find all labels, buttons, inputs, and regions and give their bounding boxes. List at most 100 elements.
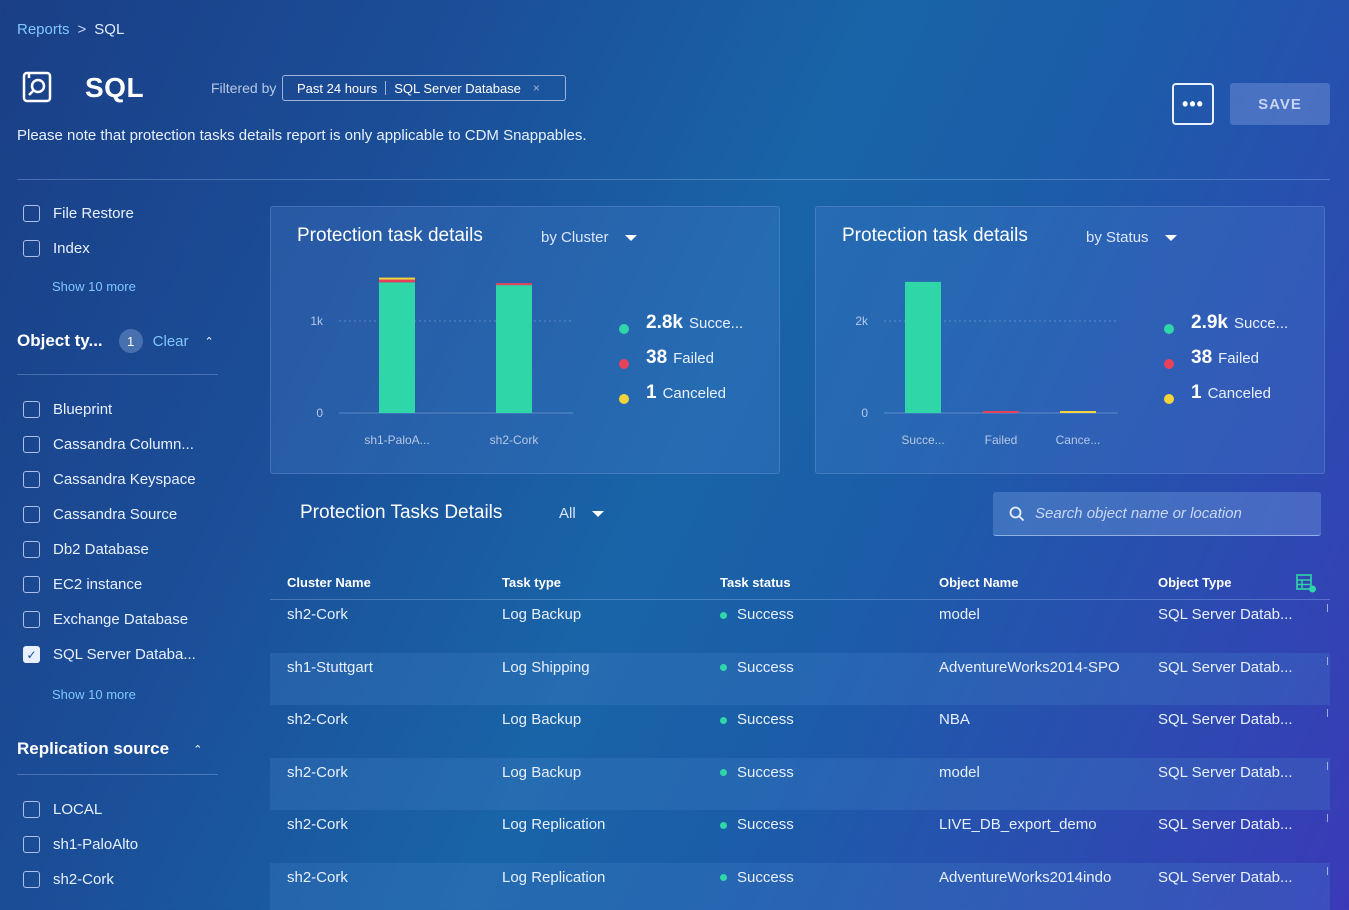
filter-option-label: Index <box>53 240 90 257</box>
filter-option-index[interactable]: Index <box>23 240 90 257</box>
checkbox[interactable] <box>23 205 40 222</box>
bar-succe[interactable] <box>905 281 941 413</box>
checkbox[interactable] <box>23 240 40 257</box>
table-row[interactable]: sh2-Cork Log Backup Success NBA SQL Server D… <box>270 705 1330 758</box>
filter-option-cassandra-column[interactable]: Cassandra Column... <box>23 436 194 453</box>
legend-dot <box>1164 324 1174 334</box>
object-type-show-more-link[interactable]: Show 10 more <box>52 687 136 702</box>
search-icon <box>1009 506 1025 521</box>
bar-cance[interactable] <box>1060 411 1096 413</box>
checkbox[interactable] <box>23 836 40 853</box>
filter-option-label: Exchange Database <box>53 611 189 628</box>
filter-option-local[interactable]: LOCAL <box>23 801 102 818</box>
filter-option-sh1-paloalto[interactable]: sh1-PaloAlto <box>23 836 138 853</box>
cell-object-name[interactable]: AdventureWorks2014indo <box>939 869 1111 886</box>
cell-object-name[interactable]: model <box>939 606 980 623</box>
filter-option-cassandra-source[interactable]: Cassandra Source <box>23 506 177 523</box>
table-filter-dropdown[interactable]: All <box>559 505 604 522</box>
more-options-button[interactable]: ••• <box>1172 83 1214 125</box>
search-box[interactable] <box>993 492 1321 536</box>
column-header-task-status[interactable]: Task status <box>720 575 791 590</box>
cell-cluster-name: sh2-Cork <box>287 868 348 886</box>
checkbox[interactable] <box>23 506 40 523</box>
checkbox[interactable] <box>23 801 40 818</box>
chart-by-status: 0 2k Succe... Failed Cance... <box>855 281 1118 447</box>
legend-item[interactable]: 1 Canceled <box>646 382 726 404</box>
legend-item[interactable]: 38 Failed <box>1191 347 1259 369</box>
cell-object-type: SQL Server Datab... <box>1158 816 1293 833</box>
status-dot-icon <box>720 821 727 829</box>
legend-item[interactable]: 2.8k Succe... <box>646 312 743 334</box>
clear-filter-link[interactable]: Clear <box>153 333 189 350</box>
filter-option-db2-database[interactable]: Db2 Database <box>23 541 149 558</box>
close-icon[interactable]: × <box>533 81 540 95</box>
cell-object-type: SQL Server Datab... <box>1158 606 1293 623</box>
bar-canceled[interactable] <box>379 277 415 280</box>
filter-option-file-restore[interactable]: File Restore <box>23 205 134 222</box>
column-header-cluster-name[interactable]: Cluster Name <box>287 575 371 590</box>
table-row[interactable]: sh2-Cork Log Replication Success LIVE_DB_ex… <box>270 810 1330 863</box>
checkbox[interactable] <box>23 471 40 488</box>
chart-card-by-status: Protection task details by Status 0 2k Suc… <box>815 206 1325 474</box>
breadcrumb-reports-link[interactable]: Reports <box>17 21 70 38</box>
group-by-dropdown[interactable]: by Status <box>1086 229 1177 246</box>
column-header-object-name[interactable]: Object Name <box>939 575 1018 590</box>
cell-object-name[interactable]: model <box>939 764 980 781</box>
column-header-task-type[interactable]: Task type <box>502 575 561 590</box>
filter-option-cassandra-keyspace[interactable]: Cassandra Keyspace <box>23 471 196 488</box>
cell-object-name[interactable]: AdventureWorks2014-SPO <box>939 659 1120 676</box>
chart-card-by-cluster: Protection task details by Cluster 0 1k sh… <box>270 206 780 474</box>
checkbox[interactable] <box>23 401 40 418</box>
checkbox[interactable] <box>23 611 40 628</box>
y-tick-label: 0 <box>316 406 323 420</box>
legend-item[interactable]: 38 Failed <box>646 347 714 369</box>
checkbox[interactable] <box>23 871 40 888</box>
breadcrumb: Reports > SQL <box>17 21 124 38</box>
task-type-show-more-link[interactable]: Show 10 more <box>52 279 136 294</box>
x-tick-label: sh1-PaloA... <box>364 433 429 447</box>
legend-dot <box>619 324 629 334</box>
table-row[interactable]: sh2-Cork Log Backup Success model SQL Server… <box>270 757 1330 810</box>
checkbox[interactable] <box>23 436 40 453</box>
filter-option-sh2-cork[interactable]: sh2-Cork <box>23 871 114 888</box>
chevron-up-icon[interactable]: ⌃ <box>193 743 202 756</box>
filter-option-ec2-instance[interactable]: EC2 instance <box>23 576 142 593</box>
cell-object-name[interactable]: NBA <box>939 711 970 728</box>
filter-option-sql-server-database[interactable]: ✓ SQL Server Databa... <box>23 646 196 663</box>
checkbox[interactable] <box>23 541 40 558</box>
cell-task-status: Success <box>720 659 794 676</box>
table-row[interactable]: sh2-Cork Log Backup Success model SQL Server… <box>270 600 1330 653</box>
object-type-section-header[interactable]: Object ty... 1 Clear ⌃ <box>17 329 214 353</box>
report-search-icon <box>22 71 52 103</box>
checkbox-checked[interactable]: ✓ <box>23 646 40 663</box>
bar-failed[interactable] <box>496 283 532 286</box>
save-button[interactable]: SAVE <box>1230 83 1330 125</box>
filter-option-exchange-database[interactable]: Exchange Database <box>23 611 188 628</box>
filter-chip[interactable]: Past 24 hours SQL Server Database × <box>282 75 566 101</box>
legend-dot <box>1164 359 1174 369</box>
legend-item[interactable]: 2.9k Succe... <box>1191 312 1288 334</box>
cell-task-type: Log Replication <box>502 816 606 833</box>
filter-option-blueprint[interactable]: Blueprint <box>23 401 112 418</box>
group-by-dropdown[interactable]: by Cluster <box>541 229 637 246</box>
table-filter-value: All <box>559 505 576 522</box>
table-row[interactable]: sh2-Cork Log Replication Success AdventureW… <box>270 862 1330 910</box>
bar-failed[interactable] <box>983 411 1019 413</box>
chevron-up-icon[interactable]: ⌃ <box>205 335 214 348</box>
column-header-object-type[interactable]: Object Type <box>1158 575 1231 590</box>
legend-item[interactable]: 1 Canceled <box>1191 382 1271 404</box>
bar-failed[interactable] <box>379 279 415 283</box>
status-dot-icon <box>720 664 727 672</box>
table-row[interactable]: sh1-Stuttgart Log Shipping Success Adventur… <box>270 652 1330 705</box>
bar-success[interactable] <box>496 285 532 413</box>
y-tick-label: 0 <box>861 406 868 420</box>
cell-task-status: Success <box>720 816 794 833</box>
checkbox[interactable] <box>23 576 40 593</box>
replication-source-section-header[interactable]: Replication source ⌃ <box>17 739 202 759</box>
cell-object-name[interactable]: LIVE_DB_export_demo <box>939 816 1097 833</box>
search-input[interactable] <box>1035 505 1295 522</box>
chart-by-cluster: 0 1k sh1-PaloA... sh2-Cork <box>310 277 573 447</box>
cell-object-type: SQL Server Datab... <box>1158 868 1293 886</box>
bar-success[interactable] <box>379 282 415 413</box>
filter-option-label: sh1-PaloAlto <box>53 836 139 853</box>
